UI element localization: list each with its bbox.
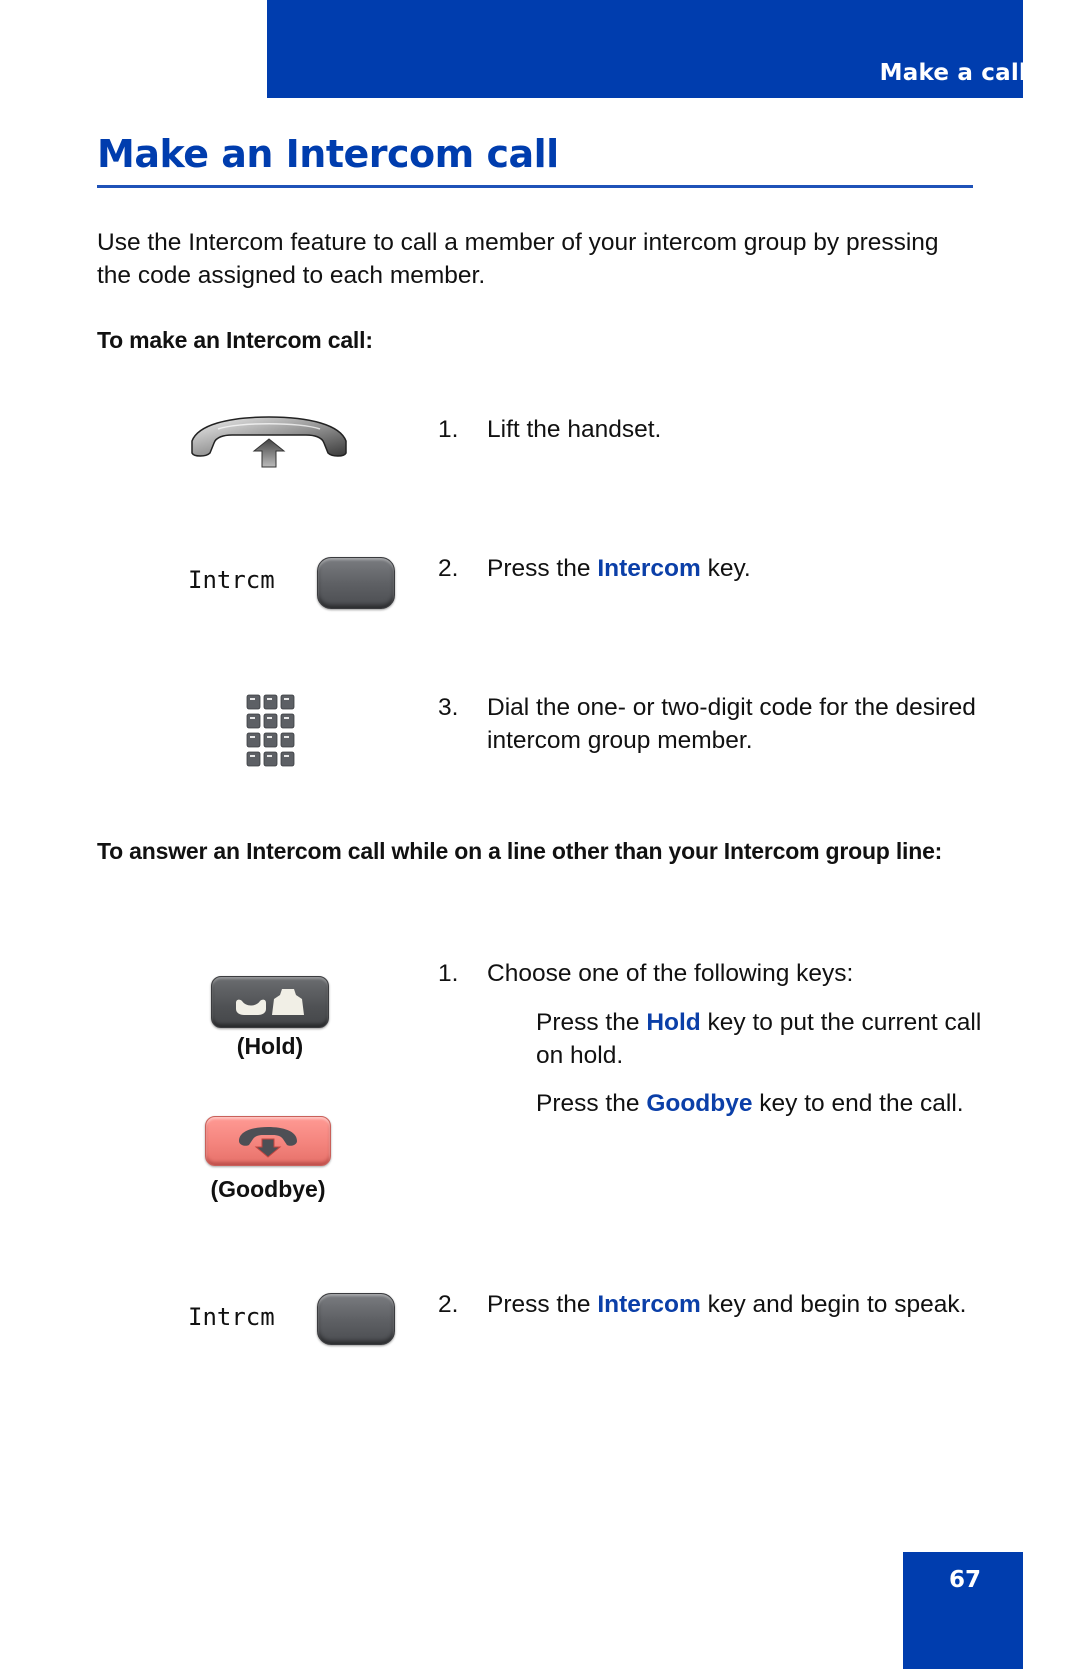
keyword-goodbye: Goodbye bbox=[646, 1090, 753, 1117]
dialpad-key bbox=[280, 694, 295, 710]
intro-paragraph: Use the Intercom feature to call a membe… bbox=[97, 229, 939, 289]
goodbye-key-caption: (Goodbye) bbox=[210, 1176, 326, 1202]
step-text: Dial the one- or two-digit code for the … bbox=[487, 694, 976, 754]
dialpad-icon bbox=[245, 693, 297, 769]
step-text: Choose one of the following keys: bbox=[487, 960, 854, 987]
page-title: Make an Intercom call bbox=[97, 132, 559, 176]
dialpad-key bbox=[263, 751, 278, 767]
intercom-key-button-2[interactable] bbox=[317, 1293, 395, 1345]
keyword-intercom: Intercom bbox=[597, 555, 701, 582]
step-number: 2. bbox=[438, 1291, 459, 1318]
dialpad-key-glyph bbox=[250, 698, 255, 700]
intercom-lcd-label: Intrcm bbox=[188, 566, 275, 594]
handset-lift-icon bbox=[188, 413, 350, 469]
intercom-lcd-label-2: Intrcm bbox=[188, 1303, 275, 1331]
hold-icon bbox=[236, 989, 304, 1015]
make-step-2: 2. Press the Intercom key. bbox=[438, 552, 998, 585]
dialpad-key bbox=[263, 713, 278, 729]
step-text: Press the Intercom key. bbox=[487, 555, 751, 582]
hold-key-caption: (Hold) bbox=[236, 1033, 304, 1059]
step-number: 1. bbox=[438, 416, 459, 443]
answer-step-2: 2. Press the Intercom key and begin to s… bbox=[438, 1288, 998, 1321]
page-number: 67 bbox=[948, 1567, 981, 1593]
step-number: 2. bbox=[438, 555, 459, 582]
dialpad-key bbox=[280, 713, 295, 729]
dialpad-key-glyph bbox=[250, 717, 255, 719]
option-hold-text: Press the Hold key to put the current ca… bbox=[536, 1009, 982, 1069]
dialpad-key bbox=[246, 751, 261, 767]
dialpad-key-glyph bbox=[284, 755, 289, 757]
dialpad-key-glyph bbox=[250, 755, 255, 757]
option-goodbye-text: Press the Goodbye key to end the call. bbox=[536, 1090, 964, 1117]
dialpad-key bbox=[246, 713, 261, 729]
dialpad-key-glyph bbox=[284, 717, 289, 719]
answer-step-1: 1. Choose one of the following keys: bbox=[438, 957, 998, 990]
goodbye-icon bbox=[239, 1127, 297, 1158]
keyword-hold: Hold bbox=[646, 1009, 701, 1036]
keyword-intercom: Intercom bbox=[597, 1291, 701, 1318]
step-text: Press the Intercom key and begin to spea… bbox=[487, 1291, 967, 1318]
make-step-1: 1. Lift the handset. bbox=[438, 413, 998, 446]
hold-key-button[interactable] bbox=[211, 976, 329, 1028]
dialpad-key-glyph bbox=[284, 698, 289, 700]
title-divider bbox=[97, 185, 973, 188]
make-call-heading: To make an Intercom call: bbox=[97, 327, 373, 353]
dialpad-key bbox=[263, 732, 278, 748]
dialpad-key bbox=[246, 694, 261, 710]
answer-call-heading: To answer an Intercom call while on a li… bbox=[97, 838, 943, 864]
step-number: 3. bbox=[438, 694, 459, 721]
dialpad-key bbox=[246, 732, 261, 748]
step-number: 1. bbox=[438, 960, 459, 987]
intercom-key-button[interactable] bbox=[317, 557, 395, 609]
dialpad-key bbox=[280, 751, 295, 767]
goodbye-key-button[interactable] bbox=[205, 1116, 331, 1166]
dialpad-key bbox=[263, 694, 278, 710]
dialpad-key-glyph bbox=[250, 736, 255, 738]
dialpad-key bbox=[280, 732, 295, 748]
section-label: Make a call bbox=[879, 60, 1027, 86]
dialpad-key-glyph bbox=[267, 698, 272, 700]
dialpad-key-glyph bbox=[267, 755, 272, 757]
dialpad-key-glyph bbox=[267, 717, 272, 719]
make-step-3: 3. Dial the one- or two-digit code for t… bbox=[438, 691, 998, 757]
dialpad-key-glyph bbox=[267, 736, 272, 738]
dialpad-key-glyph bbox=[284, 736, 289, 738]
step-text: Lift the handset. bbox=[487, 416, 662, 443]
